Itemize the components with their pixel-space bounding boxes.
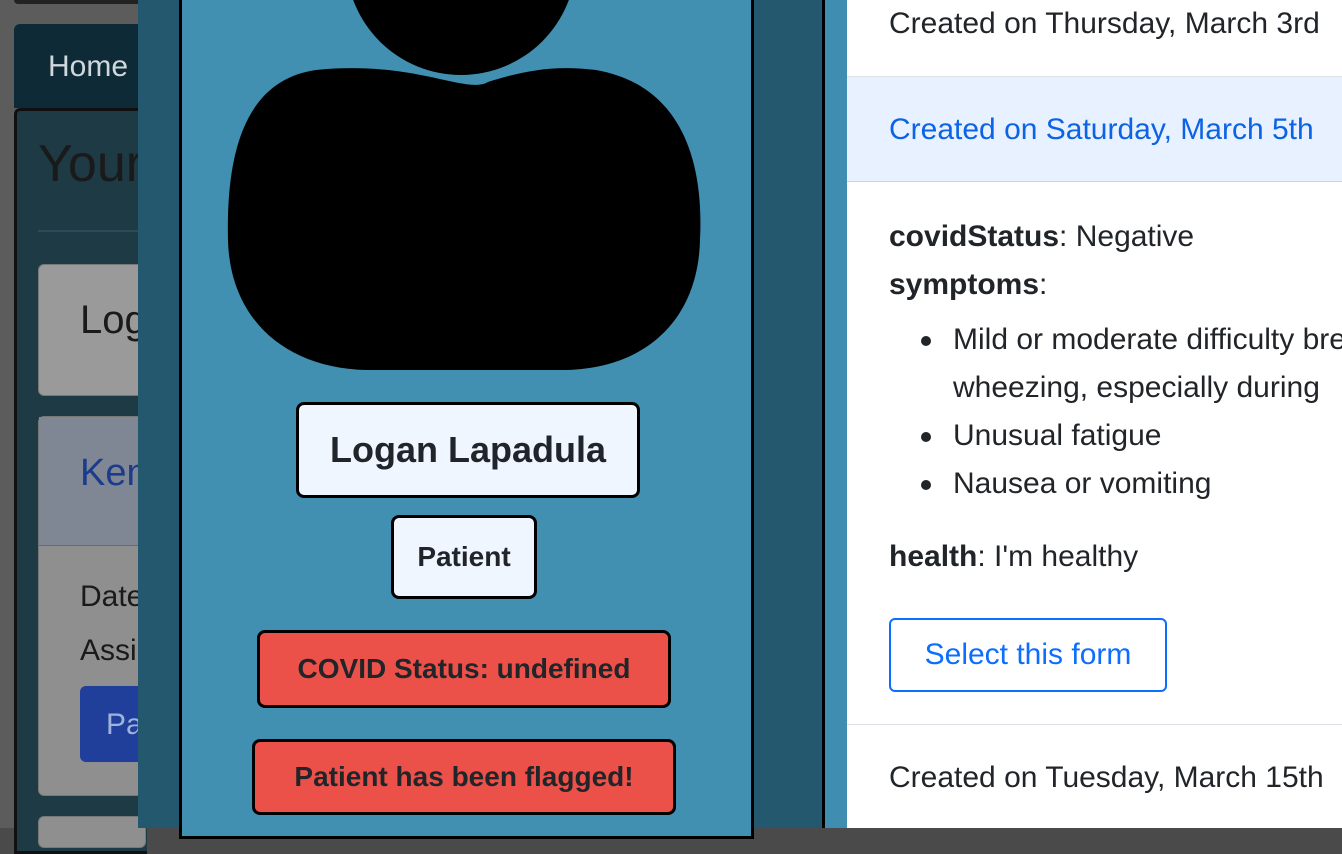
select-form-button[interactable]: Select this form [889,618,1167,692]
background-card-title: Log [80,298,147,342]
background-date-label: Date [80,580,144,613]
background-divider [38,230,144,232]
role-badge: Patient [391,515,537,599]
list-item-continuation: wheezing, especially during [889,364,1342,412]
symptoms-list: Mild or moderate difficulty breathing wh… [889,316,1342,508]
background-heading: Your [38,135,144,193]
background-assigned-label: Assi [80,634,137,667]
list-item: Unusual fatigue [889,412,1342,460]
form-accordion-header[interactable]: Created on Thursday, March 3rd [847,0,1342,77]
background-nav-home-link: Home [48,50,129,83]
background-topbar [14,0,144,4]
field-key: health [889,540,978,573]
field-value: : [1039,268,1048,301]
field-value: : I'm healthy [977,540,1139,573]
symptoms-field: symptoms: [889,268,1047,302]
field-key: covidStatus [889,220,1060,253]
covid-status-badge: COVID Status: undefined [257,630,671,708]
modal-edge [825,0,847,828]
list-item: Nausea or vomiting [889,460,1342,508]
form-accordion-header[interactable]: Created on Tuesday, March 15th [847,724,1342,828]
forms-accordion: Created on Thursday, March 3rd Created o… [847,0,1342,828]
flagged-alert: Patient has been flagged! [252,739,676,815]
form-accordion-header-active[interactable]: Created on Saturday, March 5th [847,77,1342,182]
background-card [38,816,146,848]
patient-name: Logan Lapadula [296,402,640,498]
field-value: : Negative [1059,220,1195,253]
covid-status-field: covidStatus: Negative [889,220,1194,254]
field-key: symptoms [889,268,1040,301]
list-item-text: wheezing, especially during [953,371,1320,404]
health-field: health: I'm healthy [889,540,1138,574]
user-silhouette-icon [227,0,701,371]
list-item: Mild or moderate difficulty breathing [889,316,1342,364]
